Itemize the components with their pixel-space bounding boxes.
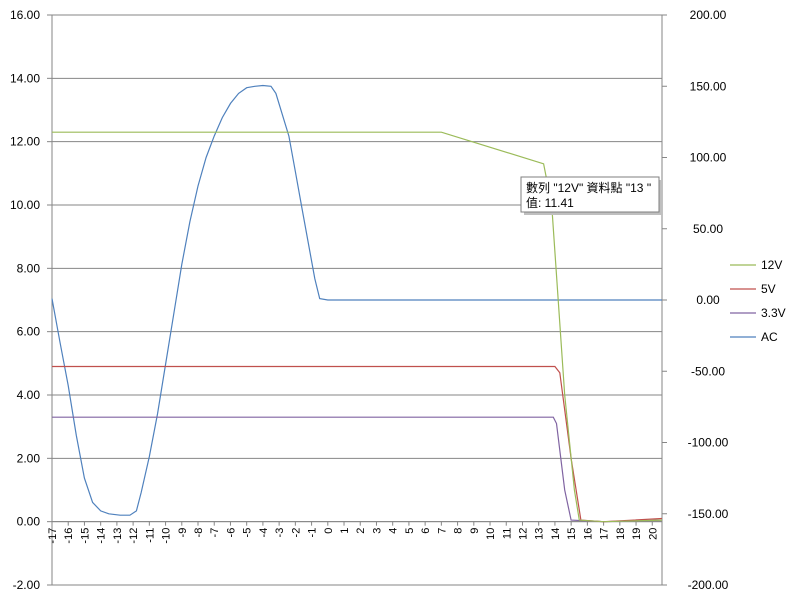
x-tick-label: 6 bbox=[420, 528, 432, 534]
tooltip-line1: 數列 "12V" 資料點 "13 " bbox=[526, 181, 651, 195]
right-tick-label: -50.00 bbox=[691, 364, 725, 378]
right-tick-label: -100.00 bbox=[688, 436, 729, 450]
x-tick-label: -9 bbox=[177, 528, 189, 538]
x-tick-label: -13 bbox=[112, 528, 124, 544]
right-tick-label: 150.00 bbox=[690, 79, 727, 93]
right-tick-label: 200.00 bbox=[690, 8, 727, 22]
x-tick-label: -2 bbox=[290, 528, 302, 538]
x-tick-label: 4 bbox=[388, 528, 400, 534]
x-tick-label: 17 bbox=[599, 528, 611, 540]
tooltip-line2: 值: 11.41 bbox=[526, 195, 574, 210]
x-tick-label: -7 bbox=[209, 528, 221, 538]
x-tick-label: 16 bbox=[582, 528, 594, 540]
left-tick-label: 4.00 bbox=[17, 388, 41, 402]
left-tick-label: 0.00 bbox=[17, 515, 41, 529]
x-tick-label: 1 bbox=[339, 528, 351, 534]
left-tick-label: 8.00 bbox=[17, 261, 41, 275]
right-tick-label: -200.00 bbox=[688, 578, 729, 592]
x-tick-label: 5 bbox=[404, 528, 416, 534]
x-tick-label: -10 bbox=[161, 528, 173, 544]
x-tick-label: 11 bbox=[501, 528, 513, 539]
x-tick-label: -8 bbox=[193, 528, 205, 538]
x-tick-label: 8 bbox=[453, 528, 465, 534]
legend-label-3: AC bbox=[761, 330, 778, 344]
x-tick-label: 9 bbox=[469, 528, 481, 534]
x-tick-label: 19 bbox=[631, 528, 643, 540]
x-tick-label: -1 bbox=[307, 528, 319, 538]
legend-label-1: 5V bbox=[761, 282, 776, 296]
chart: -2.000.002.004.006.008.0010.0012.0014.00… bbox=[10, 8, 786, 592]
x-tick-label: -11 bbox=[144, 528, 156, 543]
tooltip: 數列 "12V" 資料點 "13 " 值: 11.41 bbox=[520, 176, 662, 215]
right-tick-label: -150.00 bbox=[688, 507, 729, 521]
x-tick-label: -16 bbox=[63, 528, 75, 544]
x-tick-label: 2 bbox=[355, 528, 367, 534]
left-tick-label: 16.00 bbox=[10, 8, 40, 22]
x-tick-label: 12 bbox=[517, 528, 529, 540]
left-y-axis: -2.00 0.00 2.00 4.00 6.00 8.00 10.00 12.00 14.00… bbox=[10, 8, 53, 592]
left-tick-label: 14.00 bbox=[10, 71, 40, 85]
x-tick-label: 20 bbox=[647, 528, 659, 540]
x-tick-label: -4 bbox=[258, 528, 270, 538]
x-tick-label: -3 bbox=[274, 528, 286, 538]
x-tick-label: -6 bbox=[225, 528, 237, 538]
x-tick-label: -17 bbox=[47, 528, 59, 544]
left-tick-label: 6.00 bbox=[17, 325, 41, 339]
series-line-5v bbox=[52, 365, 663, 523]
left-tick-label: 12.00 bbox=[10, 135, 40, 149]
left-tick-label: -2.00 bbox=[13, 578, 41, 592]
series-lines bbox=[51, 84, 663, 523]
right-tick-label: 50.00 bbox=[693, 222, 723, 236]
x-tick-label: 10 bbox=[485, 528, 497, 540]
x-tick-label: 3 bbox=[371, 528, 383, 534]
legend-label-2: 3.3V bbox=[761, 306, 786, 320]
x-tick-label: -12 bbox=[128, 528, 140, 544]
x-tick-label: -15 bbox=[79, 528, 91, 544]
x-tick-label: -14 bbox=[96, 528, 108, 544]
right-tick-label: 100.00 bbox=[690, 151, 727, 165]
x-tick-label: 18 bbox=[615, 528, 627, 540]
x-tick-label: -5 bbox=[242, 528, 254, 538]
x-tick-label: 15 bbox=[566, 528, 578, 540]
x-tick-label: 0 bbox=[323, 528, 335, 534]
x-axis: -17 -16 -15 -14 -13 -12 -11 -10 -9 -8 -7 -6 -5 -4 -3 -2… bbox=[47, 521, 662, 544]
x-tick-label: 13 bbox=[534, 528, 546, 540]
right-y-axis: -200.00 -150.00 -100.00 -50.00 0.00 50.00 100.… bbox=[661, 8, 729, 592]
left-tick-label: 2.00 bbox=[17, 451, 41, 465]
series-line-3_3v bbox=[52, 416, 663, 523]
right-tick-label: 0.00 bbox=[696, 293, 720, 307]
x-tick-label: 14 bbox=[550, 528, 562, 540]
left-tick-label: 10.00 bbox=[10, 198, 40, 212]
x-tick-label: 7 bbox=[436, 528, 448, 534]
legend-label-0: 12V bbox=[761, 258, 782, 272]
legend: 12V 5V 3.3V AC bbox=[730, 258, 786, 344]
